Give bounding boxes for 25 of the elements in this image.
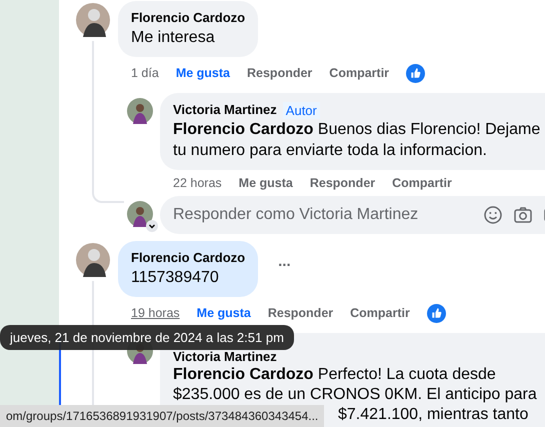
- reply-link[interactable]: Responder: [310, 176, 376, 190]
- comment-text: Florencio Cardozo Buenos dias Florencio! Dejame tu numero para enviarte toda la informacion.: [173, 120, 542, 161]
- more-options-button[interactable]: ...: [278, 253, 291, 270]
- timestamp-link[interactable]: 19 horas: [131, 306, 180, 320]
- reply-link[interactable]: Responder: [247, 66, 312, 80]
- date-tooltip: jueves, 21 de noviembre de 2024 a las 2:51 pm: [0, 325, 294, 350]
- like-link[interactable]: Me gusta: [196, 306, 251, 320]
- author-name[interactable]: Florencio Cardozo: [131, 9, 246, 27]
- reply-field[interactable]: Responder como Victoria Martinez: [160, 196, 545, 234]
- author-name[interactable]: Victoria Martinez: [173, 350, 277, 362]
- share-link[interactable]: Compartir: [350, 306, 410, 320]
- reply-link[interactable]: Responder: [268, 306, 334, 320]
- author-name[interactable]: Victoria Martinez: [173, 101, 277, 119]
- share-link[interactable]: Compartir: [329, 66, 390, 80]
- comment-text: Me interesa: [131, 28, 216, 48]
- comment-text: Florencio Cardozo Perfecto! La cuota desde $235.000 es de un CRONOS 0KM. El anticipo para: [173, 365, 538, 405]
- timestamp-link[interactable]: 1 día: [131, 66, 159, 80]
- status-bar-url: om/groups/1716536891931907/posts/373484360343454...: [0, 405, 324, 427]
- author-name[interactable]: Florencio Cardozo: [131, 249, 246, 267]
- like-link[interactable]: Me gusta: [176, 66, 230, 80]
- timestamp-link[interactable]: 22 horas: [173, 176, 222, 190]
- author-badge: Autor: [282, 102, 320, 118]
- share-link[interactable]: Compartir: [392, 176, 452, 190]
- like-link[interactable]: Me gusta: [238, 176, 293, 190]
- comment-text: 1157389470: [131, 268, 220, 288]
